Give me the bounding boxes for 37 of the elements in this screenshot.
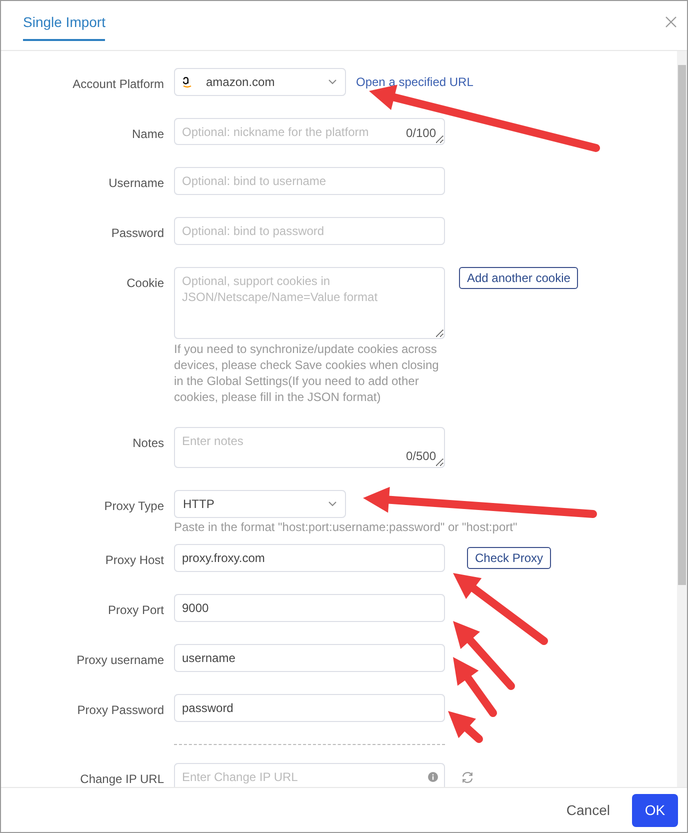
field-label: Password [110,225,164,242]
input-field[interactable]: Enter Change IP URL [174,763,445,787]
dialog-tab[interactable]: Single Import [23,12,106,41]
input-field[interactable]: 9000 [174,594,445,622]
field-label: Cookie [126,275,164,292]
info-icon [428,772,438,782]
field-label: Proxy username [76,652,164,669]
chevron-down-icon [328,501,337,507]
field-label: Change IP URL [79,771,164,787]
field-label: Name [130,126,164,143]
ok-button[interactable]: OK [632,794,678,826]
input-field[interactable]: password [174,694,445,722]
field-label: Notes [132,435,164,452]
field-label: Account Platform [72,76,164,93]
cancel-button[interactable]: Cancel [566,800,610,820]
field-label: Username [108,175,164,192]
input-field[interactable]: username [174,644,445,672]
help-text: If you need to synchronize/update cookies across devices, please check Save cookies when closing in the Global Settings(If you need to add other cookies, please fill in the JSON format) [174,341,440,405]
select-field[interactable]: HTTP [174,490,346,518]
select-field[interactable]: amazon.com [174,68,346,96]
url-link[interactable]: Open a specified URL [356,73,474,91]
input-field[interactable]: Optional: bind to password [174,217,445,245]
scrollbar[interactable] [677,51,687,787]
action-button[interactable]: Check Proxy [467,547,552,569]
input-field[interactable]: proxy.froxy.com [174,544,445,572]
close-icon[interactable] [665,16,677,28]
field-label: Proxy Host [104,552,164,569]
help-text: Paste in the format "host:port:username:password" or "host:port" [174,519,518,535]
chevron-down-icon [328,79,337,85]
refresh-icon[interactable] [461,771,474,784]
input-field[interactable]: Optional: bind to username [174,167,445,195]
field-label: Proxy Type [103,498,164,515]
platform-logo-icon [183,76,192,88]
field-label: Proxy Port [106,602,164,619]
field-label: Proxy Password [76,702,164,719]
action-button[interactable]: Add another cookie [459,267,578,289]
text-area[interactable]: Optional, support cookies in JSON/Netscape/Name=Value format [174,267,445,339]
